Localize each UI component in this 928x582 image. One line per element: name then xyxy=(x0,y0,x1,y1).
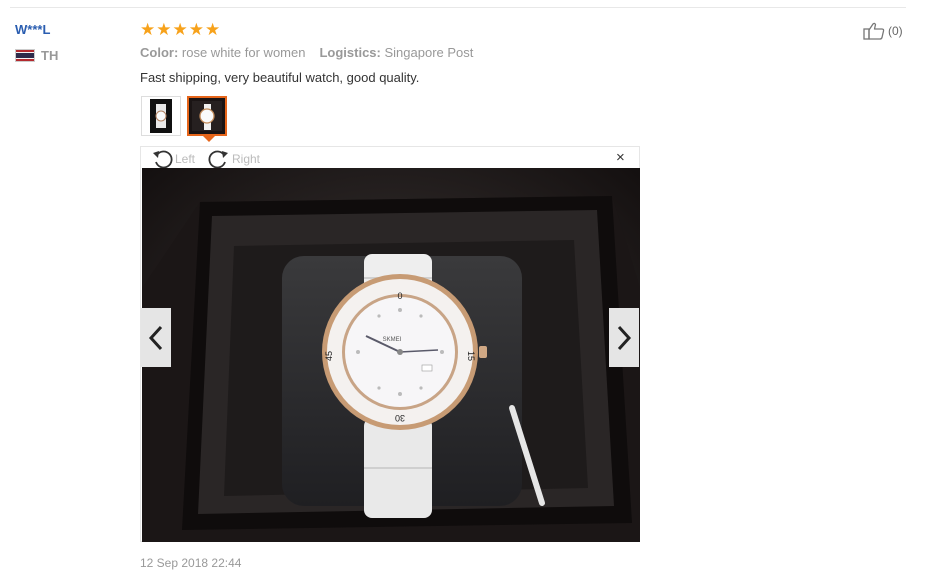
reviewer-name[interactable]: W***L xyxy=(15,22,50,37)
close-icon[interactable]: × xyxy=(616,150,625,165)
review-date: 12 Sep 2018 22:44 xyxy=(140,556,242,570)
reviewer-country: TH xyxy=(15,48,58,63)
chevron-right-icon xyxy=(617,325,632,350)
watch-brand: SKMEI xyxy=(383,337,402,343)
selected-thumbnail-indicator xyxy=(203,136,215,142)
logistics-value: Singapore Post xyxy=(384,45,474,60)
like-count: (0) xyxy=(888,24,903,38)
star-icon: ★ xyxy=(205,20,221,39)
country-code: TH xyxy=(41,48,59,63)
bezel-mark-30: 30 xyxy=(395,413,405,423)
order-info: Color: rose white for women Logistics: Si… xyxy=(140,45,473,60)
rotate-right-button[interactable]: Right xyxy=(207,149,260,169)
rotate-left-icon xyxy=(153,150,173,169)
watch-photo: 0 15 30 45 SKMEI xyxy=(142,168,640,542)
rotate-right-icon xyxy=(208,150,228,169)
color-label: Color: xyxy=(140,45,179,60)
bezel-mark-45: 45 xyxy=(324,351,334,361)
review-photo: 0 15 30 45 SKMEI xyxy=(142,168,640,542)
bezel-mark-15: 15 xyxy=(466,351,476,361)
color-value: rose white for women xyxy=(181,45,306,60)
thumbnail-image xyxy=(189,98,225,134)
thumbnail-image xyxy=(150,99,172,133)
star-icon: ★ xyxy=(172,20,188,39)
review-text: Fast shipping, very beautiful watch, goo… xyxy=(140,70,420,85)
next-photo-button[interactable] xyxy=(609,308,639,367)
thailand-flag-icon xyxy=(15,49,35,62)
logistics-label: Logistics: xyxy=(319,45,381,60)
star-icon: ★ xyxy=(156,20,172,39)
star-icon: ★ xyxy=(140,20,156,39)
previous-photo-button[interactable] xyxy=(141,308,171,367)
top-divider xyxy=(10,7,906,8)
rotate-right-label: Right xyxy=(232,152,261,166)
chevron-left-icon xyxy=(148,325,163,350)
photo-viewer: Left Right × 0 15 30 45 SKMEI xyxy=(140,146,640,542)
thumbs-up-icon xyxy=(863,22,885,40)
rotate-left-button[interactable]: Left xyxy=(152,149,195,169)
star-icon: ★ xyxy=(188,20,204,39)
photo-thumbnail-2[interactable] xyxy=(187,96,227,136)
photo-thumbnail-1[interactable] xyxy=(141,96,181,136)
star-rating: ★ ★ ★ ★ ★ xyxy=(140,21,220,38)
bezel-mark-0: 0 xyxy=(397,291,402,301)
rotate-left-label: Left xyxy=(175,152,196,166)
like-button[interactable]: (0) xyxy=(863,22,903,40)
